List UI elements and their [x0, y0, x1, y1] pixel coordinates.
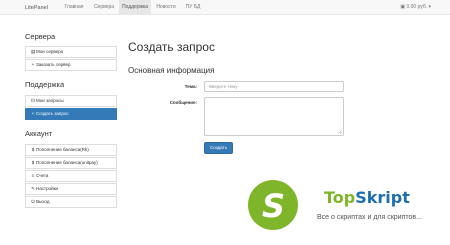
watermark-tagline: Все о скриптах и для скриптов...: [317, 214, 422, 221]
top-navbar: LitePanel Главная Сервера Поддержка Ново…: [0, 0, 450, 15]
sidebar-item-settings[interactable]: ✎Настройки: [25, 183, 117, 195]
brand-link[interactable]: LitePanel: [25, 5, 48, 11]
plus-icon: +: [31, 111, 35, 116]
sidebar-item-label: Настройки: [36, 186, 59, 191]
create-button[interactable]: Создать: [204, 142, 233, 154]
account-heading: Аккаунт: [25, 129, 53, 138]
sidebar-item-label: Пополнение баланса(unitpay): [36, 160, 98, 165]
nav-item-db-panel[interactable]: ПУ БД: [181, 0, 205, 15]
balance-value: 0.00 руб.: [406, 4, 428, 10]
section-title: Основная информация: [128, 66, 215, 75]
wallet-icon: ▣: [400, 4, 406, 10]
sidebar-item-invoices[interactable]: ≡ Счета: [25, 170, 117, 182]
page-title: Создать запрос: [128, 40, 215, 54]
support-heading: Поддержка: [25, 80, 65, 89]
brand-part-skript: Skript: [355, 188, 410, 207]
sidebar-item-label: Счета: [36, 173, 49, 178]
list-icon: ≡: [31, 173, 35, 178]
message-textarea[interactable]: [204, 97, 344, 136]
nav-item-home[interactable]: Главная: [59, 0, 89, 15]
sidebar-item-order-server[interactable]: + Заказать сервер: [25, 59, 117, 71]
sidebar-item-my-servers[interactable]: ▤Мои сервера: [25, 46, 117, 58]
sidebar-item-label: Пополнение баланса(Rk): [36, 147, 89, 152]
headphones-icon: ☊: [31, 98, 35, 103]
subject-label: Тема:: [184, 84, 197, 89]
servers-heading: Сервера: [25, 32, 56, 41]
sidebar-item-label: Заказать сервер: [36, 62, 71, 67]
resize-handle-icon[interactable]: [338, 130, 342, 134]
subject-input[interactable]: Введите тему: [204, 81, 344, 92]
dollar-icon: $: [31, 160, 35, 165]
nav-item-servers[interactable]: Сервера: [89, 0, 119, 15]
subject-placeholder: Введите тему: [209, 84, 238, 89]
dollar-icon: $: [31, 147, 35, 152]
sidebar-item-label: Мои сервера: [36, 49, 64, 54]
sidebar-item-label: Мои запросы: [36, 98, 64, 103]
brand-part-top: Top: [324, 188, 356, 207]
sidebar-item-logout[interactable]: ⏻Выход: [25, 196, 117, 208]
sidebar-item-topup-unitpay[interactable]: $ Пополнение баланса(unitpay): [25, 157, 117, 169]
message-label: Сообщение:: [169, 100, 197, 105]
plus-icon: +: [31, 62, 35, 67]
balance-dropdown[interactable]: ▣ 0.00 руб. ▾: [400, 0, 431, 15]
sidebar-item-label: Создать запрос: [36, 111, 69, 116]
server-icon: ▤: [31, 49, 36, 54]
wrench-icon: ✎: [31, 186, 35, 191]
nav-item-news[interactable]: Новости: [151, 0, 181, 15]
logo-letter: S: [262, 187, 286, 225]
watermark-brand: TopSkript: [324, 188, 410, 207]
caret-down-icon: ▾: [428, 4, 431, 10]
sidebar-item-topup-rk[interactable]: $ Пополнение баланса(Rk): [25, 144, 117, 156]
sidebar-item-create-request[interactable]: + Создать запрос: [25, 108, 117, 120]
nav-item-support[interactable]: Поддержка: [119, 0, 151, 15]
sidebar-item-label: Выход: [36, 199, 50, 204]
sidebar-item-my-requests[interactable]: ☊Мои запросы: [25, 95, 117, 107]
power-icon: ⏻: [31, 199, 35, 204]
